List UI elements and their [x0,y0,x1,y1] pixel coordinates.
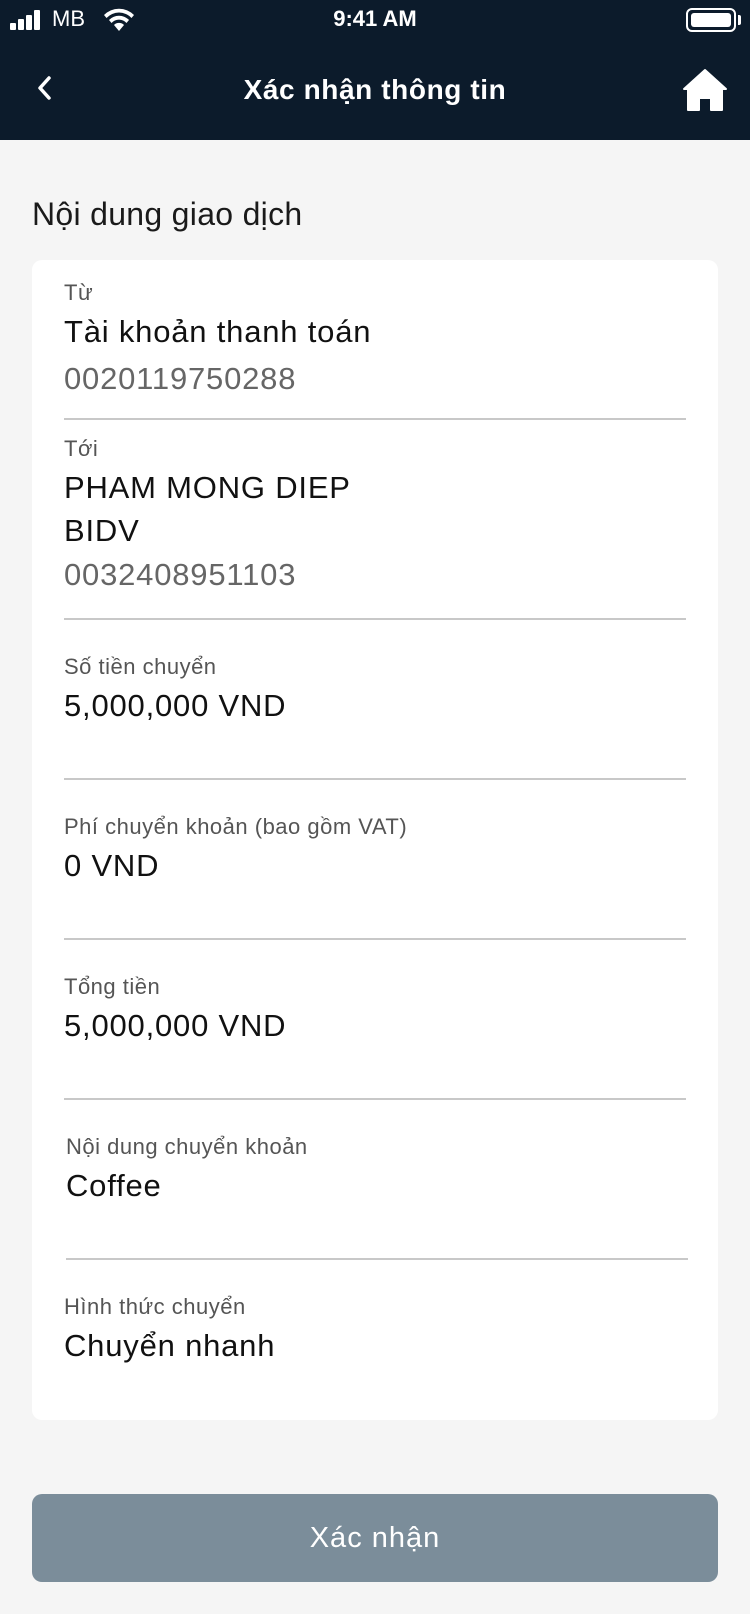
method-label: Hình thức chuyển [64,1294,246,1319]
from-field: Từ Tài khoản thanh toán 0020119750288 [64,280,686,401]
total-field: Tổng tiền 5,000,000 VND [64,974,686,1047]
divider [66,1258,688,1260]
battery-icon [686,8,736,32]
status-bar: MB 9:41 AM [0,0,750,40]
home-icon [683,69,727,111]
total-label: Tổng tiền [64,974,161,999]
app-screen: MB 9:41 AM Xác nhận thông tin Nội dung g… [0,0,750,1614]
from-account-name: Tài khoản thanh toán [64,314,372,349]
to-field: Tới PHAM MONG DIEP BIDV 0032408951103 [64,436,686,596]
to-label: Tới [64,436,99,461]
section-title: Nội dung giao dịch [32,196,303,232]
battery-cap [738,15,741,25]
page-title: Xác nhận thông tin [243,74,507,105]
transaction-details-card: Từ Tài khoản thanh toán 0020119750288 Tớ… [32,260,718,1420]
message-label: Nội dung chuyển khoản [66,1134,308,1159]
method-field: Hình thức chuyển Chuyển nhanh [64,1294,686,1367]
confirm-button[interactable]: Xác nhận [32,1494,718,1582]
fee-label: Phí chuyển khoản (bao gồm VAT) [64,814,408,839]
message-value: Coffee [66,1168,162,1203]
from-account-number: 0020119750288 [64,361,297,397]
message-field: Nội dung chuyển khoản Coffee [66,1134,688,1207]
header: MB 9:41 AM Xác nhận thông tin [0,0,750,140]
divider [64,618,686,620]
total-value: 5,000,000 VND [64,1008,287,1043]
to-bank: BIDV [64,513,140,549]
home-button[interactable] [680,66,730,114]
divider [64,778,686,780]
to-name: PHAM MONG DIEP [64,470,351,505]
fee-field: Phí chuyển khoản (bao gồm VAT) 0 VND [64,814,686,887]
fee-value: 0 VND [64,848,160,883]
amount-label: Số tiền chuyển [64,654,217,679]
divider [64,418,686,420]
divider [64,938,686,940]
from-label: Từ [64,280,94,305]
status-time: 9:41 AM [333,6,417,31]
amount-field: Số tiền chuyển 5,000,000 VND [64,654,686,727]
to-account-number: 0032408951103 [64,556,297,592]
nav-bar: Xác nhận thông tin [0,52,750,132]
divider [64,1098,686,1100]
amount-value: 5,000,000 VND [64,688,287,723]
method-value: Chuyển nhanh [64,1328,276,1363]
